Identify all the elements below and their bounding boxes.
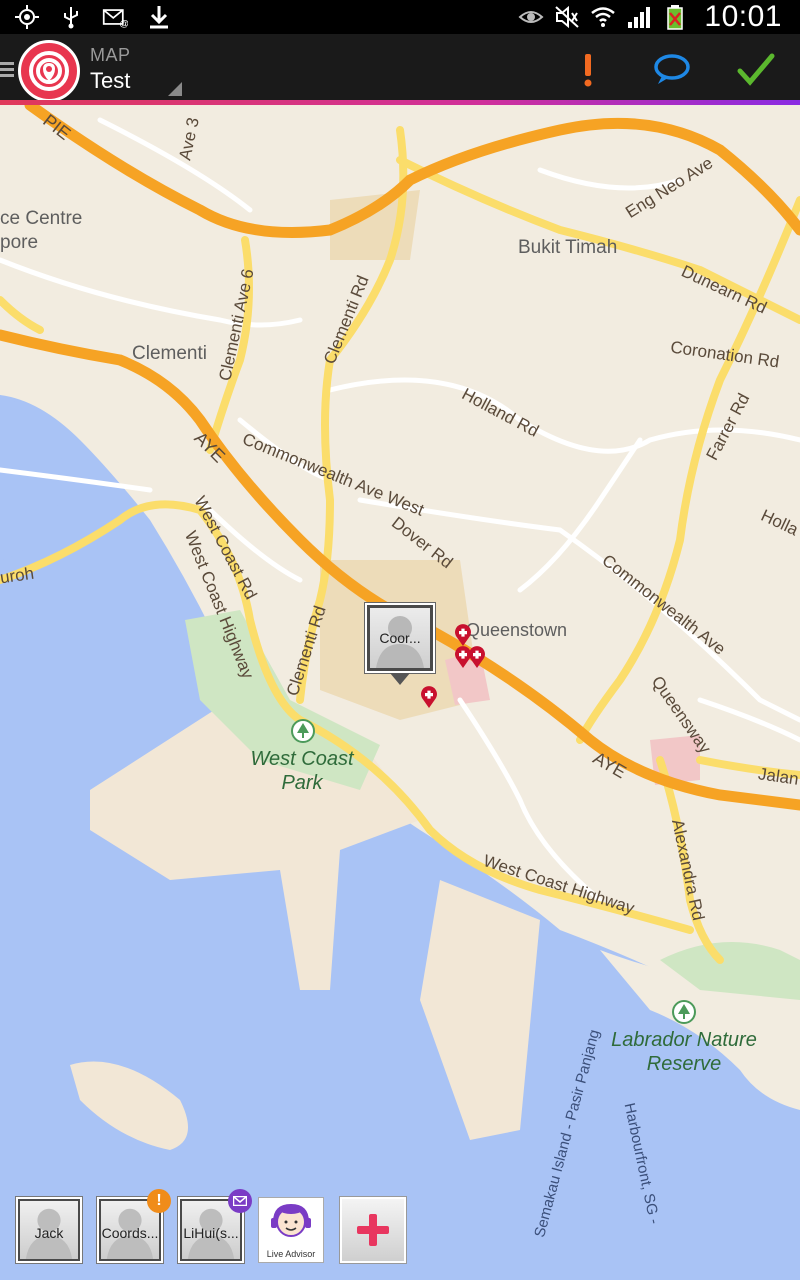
app-logo[interactable] bbox=[18, 40, 80, 102]
clock: 10:01 bbox=[704, 0, 782, 33]
park-label-labrador: Labrador Nature Reserve bbox=[611, 1029, 757, 1075]
member-name: Coords... bbox=[101, 1225, 159, 1241]
place-label-queenstown: Queenstown bbox=[466, 620, 568, 640]
hospital-pin-icon[interactable] bbox=[453, 623, 473, 647]
live-advisor-button[interactable]: Live Advisor bbox=[258, 1197, 324, 1263]
member-avatar-coords[interactable]: Coords... ! bbox=[97, 1189, 171, 1263]
message-badge-icon bbox=[228, 1189, 252, 1213]
member-avatar: Coor... bbox=[370, 608, 430, 668]
checkmark-icon bbox=[737, 53, 775, 86]
nav-drawer-icon[interactable] bbox=[0, 62, 14, 78]
eye-icon bbox=[518, 11, 544, 23]
usb-icon bbox=[64, 7, 78, 29]
place-label-centre: ce Centre bbox=[0, 208, 83, 229]
member-marker-tail bbox=[390, 673, 410, 685]
wifi-icon bbox=[591, 7, 616, 27]
place-label-clementi: Clementi bbox=[132, 343, 207, 364]
circle-title[interactable]: Test bbox=[90, 68, 131, 94]
add-member-button[interactable] bbox=[340, 1197, 406, 1263]
mute-icon bbox=[555, 5, 580, 29]
exclamation-icon bbox=[584, 54, 592, 87]
map-view[interactable]: PIE Ave 3 Clementi Ave 6 Clementi Rd Eng… bbox=[0, 105, 800, 1280]
title-wrap[interactable]: MAP Test bbox=[90, 45, 131, 94]
status-right-icons: 10:01 bbox=[518, 0, 782, 34]
alert-badge-icon: ! bbox=[147, 1189, 171, 1213]
hospital-pin-icon[interactable] bbox=[419, 685, 439, 709]
park-marker-labrador[interactable] bbox=[672, 1000, 696, 1024]
status-left-icons: @ bbox=[14, 2, 172, 32]
tree-icon bbox=[297, 723, 309, 738]
member-name: Jack bbox=[34, 1225, 64, 1241]
member-avatar-inner: Jack bbox=[20, 1201, 78, 1259]
location-rings-icon bbox=[29, 51, 69, 91]
chat-button[interactable] bbox=[650, 48, 694, 92]
download-icon bbox=[150, 6, 168, 29]
member-marker-name: Coor... bbox=[379, 630, 421, 646]
circle-dropdown-icon[interactable] bbox=[168, 82, 182, 96]
alert-button[interactable] bbox=[566, 48, 610, 92]
place-label-bukit-timah: Bukit Timah bbox=[518, 237, 618, 258]
signal-icon bbox=[628, 7, 651, 28]
member-name: LiHui(s... bbox=[183, 1225, 239, 1241]
member-location-marker[interactable]: Coor... bbox=[365, 603, 435, 673]
hospital-pin-icon[interactable] bbox=[467, 645, 487, 669]
checkin-button[interactable] bbox=[734, 48, 778, 92]
member-avatar-lihui[interactable]: LiHui(s... bbox=[178, 1189, 252, 1263]
headset-advisor-icon bbox=[271, 1203, 311, 1237]
live-advisor-label: Live Advisor bbox=[266, 1249, 316, 1259]
battery-icon bbox=[667, 5, 684, 30]
park-label-west-coast: West Coast Park bbox=[250, 748, 354, 794]
status-bar: @ bbox=[0, 0, 800, 34]
place-label-pore: pore bbox=[0, 232, 39, 253]
map-base-layer bbox=[0, 105, 800, 1280]
email-icon: @ bbox=[102, 9, 128, 30]
chat-bubble-icon bbox=[654, 54, 690, 84]
tree-icon bbox=[678, 1004, 690, 1019]
gps-icon bbox=[15, 5, 39, 29]
svg-text:@: @ bbox=[119, 19, 128, 30]
plus-icon bbox=[357, 1214, 389, 1246]
park-marker-west-coast[interactable] bbox=[291, 719, 315, 743]
member-avatar-jack[interactable]: Jack bbox=[16, 1197, 82, 1263]
section-label: MAP bbox=[90, 45, 131, 65]
envelope-icon bbox=[233, 1196, 247, 1206]
